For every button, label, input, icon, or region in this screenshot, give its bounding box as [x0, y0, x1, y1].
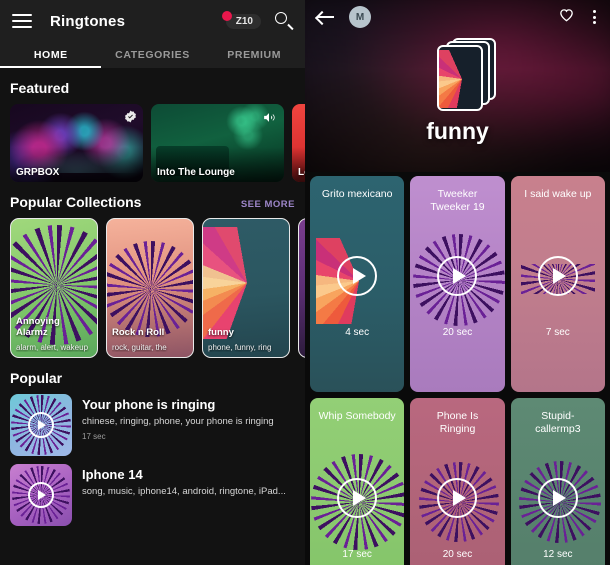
collection-card-title: Rock n Roll [112, 327, 165, 338]
collection-card-tags: phone, funny, ring [208, 343, 272, 352]
detail-app-bar-actions [558, 7, 598, 28]
ringtone-tile-title: Stupid-callermp3 [535, 410, 581, 435]
list-item-title: Your phone is ringing [82, 397, 216, 412]
play-icon[interactable] [337, 256, 378, 296]
collection-artwork [107, 241, 193, 337]
popular-list: Your phone is ringing chinese, ringing, … [0, 394, 305, 526]
featured-card-label: Love [298, 167, 305, 178]
ringtone-tile-phone-is-ringing[interactable]: Phone Is Ringing 20 sec [410, 398, 505, 565]
hero-content: funny [305, 36, 610, 145]
list-item-thumbnail [10, 464, 72, 526]
list-item[interactable]: Your phone is ringing chinese, ringing, … [10, 394, 295, 456]
tab-premium[interactable]: PREMIUM [203, 42, 305, 68]
hamburger-menu-icon[interactable] [12, 14, 32, 28]
collections-section-header: Popular Collections SEE MORE [0, 182, 305, 218]
list-item-meta: Your phone is ringing chinese, ringing, … [82, 394, 274, 456]
tab-bar: HOME CATEGORIES PREMIUM [0, 42, 305, 68]
featured-card-grpbox[interactable]: GRPBOX [10, 104, 143, 182]
ringtones-list-pane: Ringtones Z10 HOME CATEGORIES PREMIUM Fe… [0, 0, 305, 565]
collection-card-tags: alarm, alert, wakeup [16, 343, 89, 352]
featured-carousel[interactable]: GRPBOX Into The Lounge L [0, 104, 305, 182]
speaker-icon [262, 111, 276, 129]
collections-carousel[interactable]: Annoying Alarmz alarm, alert, wakeup Roc… [0, 218, 305, 358]
popular-title: Popular [10, 370, 63, 386]
list-item[interactable]: Iphone 14 song, music, iphone14, android… [10, 464, 295, 526]
ringtone-tile-i-said-wake-up[interactable]: I said wake up 7 sec [510, 176, 605, 392]
app-title: Ringtones [50, 12, 126, 30]
artwork-fan [438, 50, 481, 108]
featured-title: Featured [10, 80, 70, 96]
heart-icon[interactable] [558, 7, 575, 28]
list-item-duration: 17 sec [82, 432, 106, 441]
ringtone-tile-duration: 12 sec [543, 549, 573, 560]
play-icon[interactable] [28, 412, 54, 438]
app-bar-actions: Z10 [221, 10, 294, 31]
collection-card-partial[interactable] [298, 218, 305, 358]
see-more-link[interactable]: SEE MORE [241, 199, 295, 210]
collection-card-annoying-alarmz[interactable]: Annoying Alarmz alarm, alert, wakeup [10, 218, 98, 358]
app-bar: Ringtones Z10 [0, 0, 305, 42]
notification-dot-icon [221, 10, 232, 21]
avatar[interactable]: M [349, 6, 371, 28]
tab-categories[interactable]: CATEGORIES [102, 42, 204, 68]
featured-section-header: Featured [0, 68, 305, 104]
stacked-cards-artwork [420, 36, 496, 114]
ringtone-grid: Grito mexicano 4 sec Tweeker Tweeker 19 … [305, 172, 610, 565]
ringtone-tile-tweeker-tweeker-19[interactable]: Tweeker Tweeker 19 20 sec [410, 176, 505, 392]
play-icon[interactable] [337, 478, 378, 518]
list-item-tags: song, music, iphone14, android, ringtone… [82, 486, 286, 497]
hero-header: M funny [305, 0, 610, 172]
featured-card-love[interactable]: Love [292, 104, 305, 182]
app-screen: Ringtones Z10 HOME CATEGORIES PREMIUM Fe… [0, 0, 610, 565]
page-title: funny [426, 118, 489, 144]
tab-home[interactable]: HOME [0, 42, 102, 68]
collection-detail-pane: M funny Grito mexicano 4 sec Tweeker Twe… [305, 0, 610, 565]
collection-artwork [203, 227, 289, 339]
search-icon[interactable] [275, 12, 294, 31]
content-scroll-area[interactable]: Featured GRPBOX Into The Lounge L Popula… [0, 68, 305, 565]
verified-icon [124, 110, 137, 123]
ringtone-tile-title: I said wake up [524, 188, 592, 200]
play-icon[interactable] [437, 256, 478, 296]
ringtone-tile-duration: 17 sec [342, 549, 372, 560]
coin-balance-badge[interactable]: Z10 [221, 10, 261, 29]
ringtone-tile-title: Tweeker Tweeker 19 [430, 188, 485, 213]
coin-balance-label: Z10 [235, 15, 253, 27]
ringtone-tile-stupid-callermp3[interactable]: Stupid-callermp3 12 sec [510, 398, 605, 565]
play-icon[interactable] [437, 478, 478, 518]
list-item-meta: Iphone 14 song, music, iphone14, android… [82, 464, 286, 526]
popular-section-header: Popular [0, 358, 305, 394]
list-item-tags: chinese, ringing, phone, your phone is r… [82, 416, 274, 427]
featured-card-into-the-lounge[interactable]: Into The Lounge [151, 104, 284, 182]
ringtone-tile-title: Whip Somebody [318, 410, 396, 422]
collection-card-funny[interactable]: funny phone, funny, ring [202, 218, 290, 358]
ringtone-tile-duration: 20 sec [442, 549, 473, 560]
kebab-menu-icon[interactable] [591, 8, 598, 26]
ringtone-tile-title: Grito mexicano [321, 188, 393, 200]
play-icon[interactable] [28, 482, 54, 508]
list-item-thumbnail [10, 394, 72, 456]
play-icon[interactable] [537, 478, 578, 518]
featured-card-label: GRPBOX [16, 167, 60, 178]
ringtone-tile-duration: 7 sec [545, 327, 570, 338]
list-item-title: Iphone 14 [82, 467, 143, 482]
detail-app-bar: M [305, 0, 610, 34]
ringtone-tile-title: Phone Is Ringing [436, 410, 479, 435]
artwork-sheet-front [436, 45, 483, 111]
ringtone-tile-whip-somebody[interactable]: Whip Somebody 17 sec [310, 398, 405, 565]
ringtone-tile-duration: 4 sec [345, 327, 370, 338]
ringtone-tile-grito-mexicano[interactable]: Grito mexicano 4 sec [310, 176, 405, 392]
collection-card-tags: rock, guitar, the [112, 343, 167, 352]
back-arrow-icon[interactable] [317, 10, 335, 24]
collection-card-title: Annoying Alarmz [16, 316, 60, 338]
ringtone-tile-duration: 20 sec [442, 327, 473, 338]
play-icon[interactable] [537, 256, 578, 296]
featured-card-label: Into The Lounge [157, 167, 235, 178]
collection-card-title: funny [208, 327, 234, 338]
collection-card-rock-n-roll[interactable]: Rock n Roll rock, guitar, the [106, 218, 194, 358]
collections-title: Popular Collections [10, 194, 142, 210]
